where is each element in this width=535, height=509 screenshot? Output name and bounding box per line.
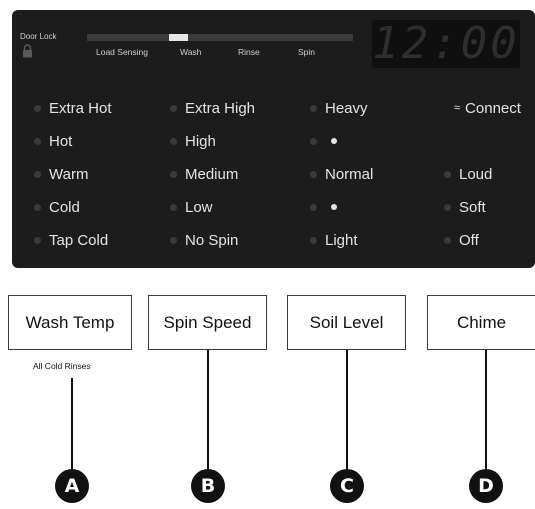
progress-segment-13 [334, 34, 353, 41]
soil-level-step-2 [310, 131, 337, 151]
door-lock-label: Door Lock [20, 32, 57, 41]
progress-segment-9 [251, 34, 271, 41]
wash-temp-warm: Warm [34, 164, 88, 184]
wash-temp-hot: Hot [34, 131, 72, 151]
indicator-led [310, 170, 317, 178]
spin-speed-button[interactable]: Spin Speed [148, 295, 267, 350]
spin-speed-medium: Medium [170, 164, 238, 184]
wash-temp-cold: Cold [34, 197, 80, 217]
wash-temp-tap-cold: Tap Cold [34, 230, 108, 250]
indicator-led [170, 236, 177, 244]
progress-segment-3 [128, 34, 147, 41]
callout-line-a [71, 378, 73, 470]
bullet-marker [331, 138, 337, 144]
callout-a: A [55, 469, 89, 503]
wifi-icon: ≈ [454, 102, 461, 114]
indicator-led [170, 137, 177, 145]
spin-speed-no-spin: No Spin [170, 230, 238, 250]
spin-speed-high: High [170, 131, 216, 151]
chime-off: Off [444, 230, 479, 250]
cycle-progress-bar [87, 34, 353, 41]
stage-spin: Spin [298, 47, 316, 57]
indicator-led [34, 203, 41, 211]
soil-level-heavy: Heavy [310, 98, 368, 118]
progress-segment-7 [210, 34, 230, 41]
indicator-led [310, 236, 317, 244]
callout-line-b [207, 350, 209, 470]
callout-c: C [330, 469, 364, 503]
callout-d: D [469, 469, 503, 503]
indicator-led [310, 137, 317, 145]
stage-wash: Wash [180, 47, 202, 57]
connect-indicator: ≈ Connect [454, 99, 521, 117]
control-panel: Door Lock Load Sensing Wash Rinse Spin 1… [12, 10, 535, 268]
progress-segment-11 [293, 34, 312, 41]
callout-b: B [191, 469, 225, 503]
stage-load-sensing: Load Sensing [96, 47, 148, 57]
progress-segment-1 [87, 34, 106, 41]
indicator-led [34, 137, 41, 145]
wash-temp-extra-hot: Extra Hot [34, 98, 112, 118]
wash-temp-button[interactable]: Wash Temp [8, 295, 132, 350]
lock-icon [23, 44, 32, 58]
indicator-led [444, 236, 451, 244]
stage-rinse: Rinse [238, 47, 260, 57]
chime-loud: Loud [444, 164, 492, 184]
callout-line-d [485, 350, 487, 470]
chime-button[interactable]: Chime [427, 295, 535, 350]
indicator-led [170, 203, 177, 211]
progress-segment-10 [272, 34, 292, 41]
soil-level-step-4 [310, 197, 337, 217]
indicator-led [444, 203, 451, 211]
soil-level-button[interactable]: Soil Level [287, 295, 406, 350]
indicator-led [34, 170, 41, 178]
spin-speed-extra-high: Extra High [170, 98, 255, 118]
soil-level-light: Light [310, 230, 358, 250]
soil-level-normal: Normal [310, 164, 373, 184]
progress-segment-5 [169, 34, 189, 41]
progress-segment-2 [107, 34, 127, 41]
clock-display: 12:00 [372, 18, 520, 69]
indicator-led [310, 203, 317, 211]
indicator-led [34, 104, 41, 112]
indicator-led [310, 104, 317, 112]
progress-segment-4 [148, 34, 168, 41]
indicator-led [34, 236, 41, 244]
bullet-marker [331, 204, 337, 210]
chime-soft: Soft [444, 197, 486, 217]
progress-segment-6 [190, 34, 209, 41]
spin-speed-low: Low [170, 197, 213, 217]
indicator-led [444, 170, 451, 178]
progress-segment-8 [231, 34, 250, 41]
indicator-led [170, 170, 177, 178]
callout-line-c [346, 350, 348, 470]
progress-segment-12 [313, 34, 333, 41]
indicator-led [170, 104, 177, 112]
all-cold-rinses-label: All Cold Rinses [33, 361, 91, 371]
